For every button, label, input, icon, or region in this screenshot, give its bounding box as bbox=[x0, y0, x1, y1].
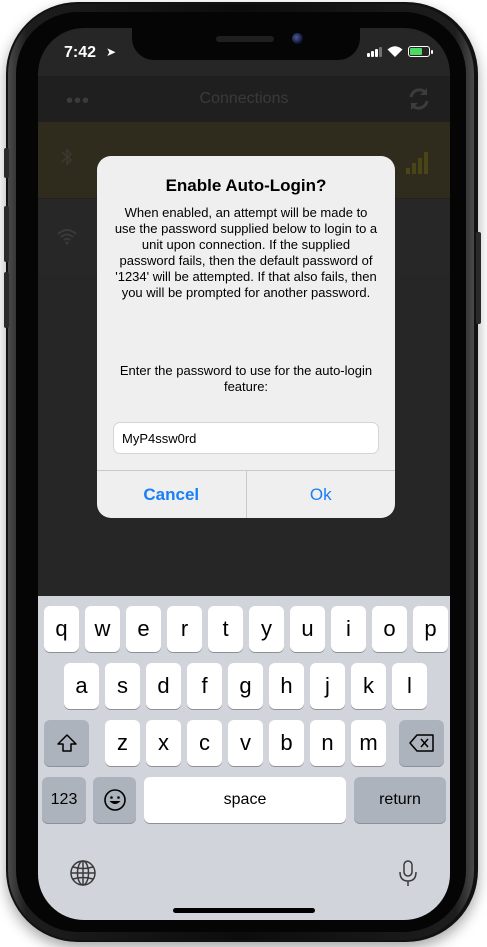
keyboard-row-3: z x c v b n m bbox=[38, 720, 450, 766]
key-n[interactable]: n bbox=[310, 720, 345, 766]
home-indicator[interactable] bbox=[173, 908, 315, 913]
front-camera bbox=[292, 33, 303, 44]
alert-prompt: Enter the password to use for the auto-l… bbox=[119, 363, 373, 394]
emoji-key[interactable] bbox=[93, 777, 136, 823]
microphone-icon[interactable] bbox=[393, 858, 423, 888]
key-k[interactable]: k bbox=[351, 663, 386, 709]
globe-icon[interactable] bbox=[68, 858, 98, 888]
alert-actions: Cancel Ok bbox=[97, 470, 395, 518]
shift-icon bbox=[56, 734, 77, 752]
ok-button[interactable]: Ok bbox=[247, 471, 396, 518]
cancel-button[interactable]: Cancel bbox=[97, 471, 247, 518]
key-q[interactable]: q bbox=[44, 606, 79, 652]
auto-login-alert: Enable Auto-Login? When enabled, an atte… bbox=[97, 156, 395, 518]
key-u[interactable]: u bbox=[290, 606, 325, 652]
screen: ••• Connections 7:42 ➤ Enable Auto-Login… bbox=[38, 28, 450, 920]
key-t[interactable]: t bbox=[208, 606, 243, 652]
numbers-key[interactable]: 123 bbox=[42, 777, 86, 823]
volume-down-button bbox=[4, 272, 9, 328]
backspace-key[interactable] bbox=[399, 720, 444, 766]
keyboard-row-2: a s d f g h j k l bbox=[38, 663, 450, 709]
cellular-signal-icon bbox=[367, 46, 382, 57]
backspace-icon bbox=[408, 734, 434, 752]
battery-icon bbox=[408, 46, 433, 57]
wifi-status-icon bbox=[387, 46, 403, 57]
refresh-icon[interactable] bbox=[406, 86, 432, 112]
status-time: 7:42 bbox=[64, 44, 97, 61]
location-arrow-icon: ➤ bbox=[106, 45, 117, 59]
speaker bbox=[216, 36, 274, 42]
emoji-icon bbox=[103, 789, 126, 811]
shift-key[interactable] bbox=[44, 720, 89, 766]
key-d[interactable]: d bbox=[146, 663, 181, 709]
page-title: Connections bbox=[199, 90, 289, 107]
alert-message: When enabled, an attempt will be made to… bbox=[114, 205, 378, 300]
key-p[interactable]: p bbox=[413, 606, 448, 652]
space-key[interactable]: space bbox=[144, 777, 346, 823]
signal-strength-icon bbox=[406, 152, 428, 174]
key-c[interactable]: c bbox=[187, 720, 222, 766]
alert-title: Enable Auto-Login? bbox=[165, 176, 327, 195]
mute-switch bbox=[4, 148, 9, 178]
status-icons bbox=[367, 45, 433, 57]
key-g[interactable]: g bbox=[228, 663, 263, 709]
power-button bbox=[476, 232, 481, 324]
key-i[interactable]: i bbox=[331, 606, 366, 652]
key-o[interactable]: o bbox=[372, 606, 407, 652]
key-y[interactable]: y bbox=[249, 606, 284, 652]
return-key[interactable]: return bbox=[354, 777, 446, 823]
key-h[interactable]: h bbox=[269, 663, 304, 709]
key-v[interactable]: v bbox=[228, 720, 263, 766]
key-z[interactable]: z bbox=[105, 720, 140, 766]
notch bbox=[132, 28, 360, 60]
wifi-icon bbox=[57, 229, 77, 245]
key-f[interactable]: f bbox=[187, 663, 222, 709]
keyboard: q w e r t y u i o p a s d f g h j k l z … bbox=[38, 596, 450, 920]
key-w[interactable]: w bbox=[85, 606, 120, 652]
key-r[interactable]: r bbox=[167, 606, 202, 652]
volume-up-button bbox=[4, 206, 9, 262]
keyboard-row-1: q w e r t y u i o p bbox=[38, 606, 450, 652]
password-input[interactable] bbox=[113, 422, 379, 454]
key-s[interactable]: s bbox=[105, 663, 140, 709]
key-j[interactable]: j bbox=[310, 663, 345, 709]
key-b[interactable]: b bbox=[269, 720, 304, 766]
navigation-bar: ••• Connections bbox=[38, 76, 450, 122]
key-a[interactable]: a bbox=[64, 663, 99, 709]
key-l[interactable]: l bbox=[392, 663, 427, 709]
bluetooth-icon bbox=[61, 148, 73, 166]
key-x[interactable]: x bbox=[146, 720, 181, 766]
key-m[interactable]: m bbox=[351, 720, 386, 766]
key-e[interactable]: e bbox=[126, 606, 161, 652]
keyboard-row-4: 123 space return bbox=[38, 777, 450, 823]
